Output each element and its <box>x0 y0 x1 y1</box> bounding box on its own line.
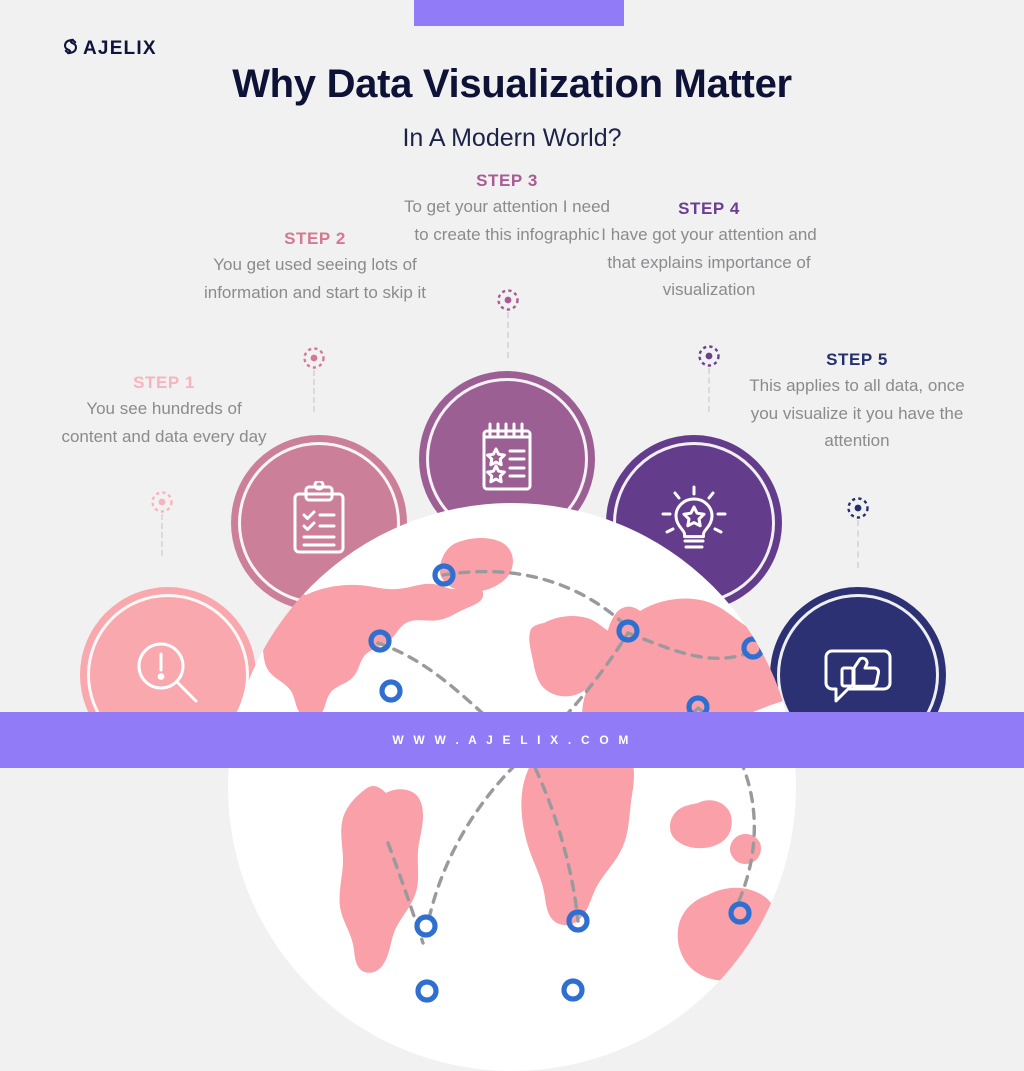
step-4-label: STEP 4 <box>678 199 740 218</box>
clipboard-checklist-icon <box>279 479 359 566</box>
lightbulb-star-icon <box>654 481 734 566</box>
step-5-marker-icon <box>844 494 872 527</box>
footer-bar: W W W . A J E L I X . C O M <box>0 712 1024 768</box>
step-3-label: STEP 3 <box>476 171 538 190</box>
step-1-marker-icon <box>148 488 176 521</box>
brand-logo-text: AJELIX <box>83 38 157 59</box>
step-3-description: To get your attention I need to create t… <box>403 197 611 244</box>
thumbs-up-bubble-icon <box>818 633 898 718</box>
page-subtitle: In A Modern World? <box>402 124 622 152</box>
step-1-label: STEP 1 <box>133 373 195 392</box>
notepad-stars-icon <box>467 417 547 502</box>
ajelix-s-mark-icon <box>62 38 79 60</box>
step-1-description: You see hundreds of content and data eve… <box>61 399 267 446</box>
step-5-description: This applies to all data, once you visua… <box>749 376 965 451</box>
magnifier-exclamation-icon <box>128 633 208 718</box>
step-3-text: STEP 3 To get your attention I need to c… <box>396 171 618 248</box>
step-4-text: STEP 4 I have got your attention and tha… <box>600 199 818 304</box>
top-accent-bar <box>414 0 624 26</box>
globe-world-map <box>228 503 796 1071</box>
step-4-description: I have got your attention and that expla… <box>601 225 817 300</box>
step-2-marker-icon <box>300 344 328 377</box>
step-2-description: You get used seeing lots of information … <box>203 255 427 302</box>
world-map-network-icon <box>251 537 796 1003</box>
step-5-text: STEP 5 This applies to all data, once yo… <box>748 350 966 455</box>
brand-logo[interactable]: AJELIX <box>62 38 157 60</box>
footer-url[interactable]: W W W . A J E L I X . C O M <box>392 733 631 747</box>
step-1-text: STEP 1 You see hundreds of content and d… <box>60 373 268 450</box>
page-title: Why Data Visualization Matter <box>232 62 792 106</box>
step-4-marker-icon <box>695 342 723 375</box>
infographic-canvas: AJELIX Why Data Visualization Matter In … <box>0 0 1024 1071</box>
step-3-marker-icon <box>494 286 522 319</box>
step-5-label: STEP 5 <box>826 350 888 369</box>
